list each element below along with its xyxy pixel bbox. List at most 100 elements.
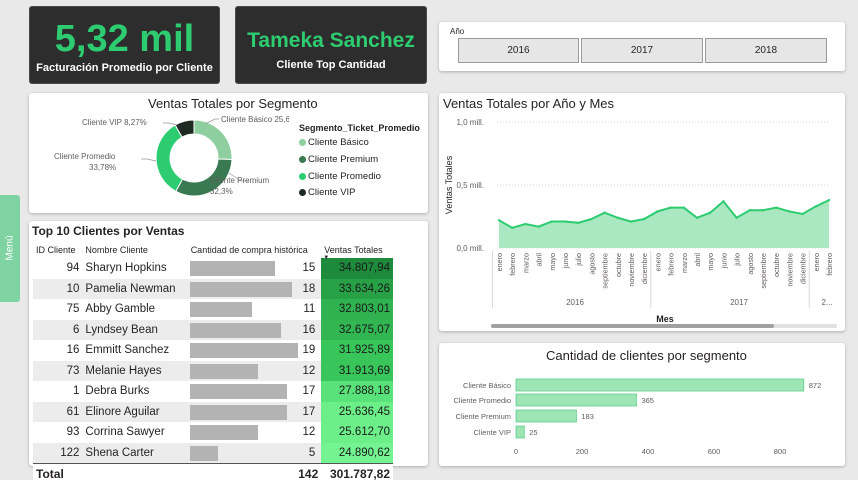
data-point[interactable] — [590, 217, 593, 221]
year-label-2016: 2016 — [566, 298, 584, 307]
data-point[interactable] — [748, 209, 751, 212]
x-tick-month: junio — [561, 253, 570, 269]
data-point[interactable] — [656, 210, 659, 213]
cell-name: Pamelia Newman — [82, 278, 188, 299]
col-header-qty[interactable]: Cantidad de compra histórica — [188, 241, 322, 258]
data-point[interactable] — [814, 205, 817, 208]
cell-name: Emmitt Sanchez — [85, 344, 170, 357]
bar[interactable] — [515, 409, 577, 423]
table-row[interactable]: 75 Abby Gamble 11 32.803,01 — [33, 299, 393, 320]
table-row[interactable]: 10 Pamelia Newman 18 33.634,26 — [33, 278, 393, 299]
legend-item-promedio[interactable]: Cliente Promedio — [299, 171, 381, 182]
cell-qty: 12 — [188, 422, 322, 443]
legend-item-vip[interactable]: Cliente VIP — [299, 187, 356, 198]
x-tick-month: septiembre — [601, 253, 610, 289]
x-tick-month: febrero — [508, 253, 517, 276]
col-header-sales[interactable]: Ventas Totales ▼ — [321, 241, 393, 262]
top10-panel: Top 10 Clientes por Ventas ID Cliente No… — [29, 221, 428, 480]
donut-label-vip: Cliente VIP 8,27% — [82, 118, 147, 127]
legend-item-premium[interactable]: Cliente Premium — [299, 154, 378, 165]
x-tick-month: octubre — [614, 253, 623, 277]
table-row[interactable]: 61 Elinore Aguilar 17 25.636,45 — [33, 401, 393, 422]
data-point[interactable] — [550, 220, 553, 223]
top10-total-row: Total 142 301.787,82 — [33, 462, 393, 480]
x-tick-month: enero — [812, 253, 821, 271]
sort-desc-icon: ▼ — [323, 255, 330, 261]
data-point[interactable] — [682, 206, 685, 209]
clients-by-segment-panel: Cantidad de clientes por segmento Client… — [439, 343, 845, 466]
year-button-2016[interactable]: 2016 — [458, 38, 579, 63]
data-point[interactable] — [511, 226, 514, 230]
x-tick-month: marzo — [521, 253, 530, 273]
data-point[interactable] — [669, 206, 672, 209]
data-point[interactable] — [735, 216, 738, 219]
data-point[interactable] — [775, 206, 778, 209]
cell-sales: 25.612,70 — [321, 422, 393, 443]
cell-name: Debra Burks — [85, 385, 150, 398]
table-row[interactable]: 93 Corrina Sawyer 12 25.612,70 — [33, 422, 393, 443]
data-point[interactable] — [761, 209, 765, 212]
legend-dot-premium — [299, 155, 306, 163]
area-fill — [499, 200, 829, 248]
donut-slice-2[interactable] — [155, 124, 184, 193]
x-tick-month: noviembre — [785, 253, 794, 287]
y-axis-label: Ventas Totales — [444, 155, 454, 214]
cell-sales: 24.890,62 — [321, 442, 393, 463]
x-tick-month: diciembre — [799, 253, 808, 284]
cell-id: 122 — [33, 442, 83, 463]
data-point[interactable] — [709, 211, 712, 214]
cell-sales: 27.888,18 — [321, 381, 393, 402]
x-tick-month: julio — [733, 253, 742, 267]
data-point[interactable] — [524, 222, 527, 226]
leader-line — [141, 158, 157, 162]
cell-sales: 25.636,45 — [321, 401, 393, 422]
table-row[interactable]: 94 Sharyn Hopkins 15 34.807,94 — [33, 258, 393, 279]
data-point[interactable] — [616, 216, 619, 219]
donut-slice-0[interactable] — [193, 119, 233, 161]
kpi-top-client-value: Tameka Sanchez — [247, 29, 415, 52]
data-point[interactable] — [603, 211, 606, 214]
kpi-avg-billing-label: Facturación Promedio por Cliente — [36, 62, 213, 74]
table-row[interactable]: 16 Emmitt Sanchez 19 31.925,89 — [33, 340, 393, 361]
bar-category-label: Cliente Promedio — [453, 396, 511, 405]
table-row[interactable]: 1 Debra Burks 17 27.888,18 — [33, 381, 393, 402]
bar[interactable] — [515, 378, 805, 392]
data-point[interactable] — [577, 221, 580, 224]
menu-tab[interactable]: Menú — [0, 195, 20, 302]
data-point[interactable] — [497, 219, 501, 222]
table-row[interactable]: 73 Melanie Hayes 12 31.913,69 — [33, 360, 393, 381]
data-point[interactable] — [788, 210, 791, 213]
table-row[interactable]: 6 Lyndsey Bean 16 32.675,07 — [33, 319, 393, 340]
cell-sales: 33.634,26 — [321, 278, 393, 299]
cell-sales: 32.675,07 — [321, 319, 393, 340]
cell-qty: 19 — [188, 340, 322, 361]
data-point[interactable] — [629, 220, 633, 223]
x-tick-month: febrero — [825, 253, 834, 276]
data-point[interactable] — [827, 198, 831, 202]
data-point[interactable] — [537, 225, 540, 228]
x-tick-month: julio — [574, 253, 583, 267]
year-slicer: Año 2016 2017 2018 — [439, 22, 845, 71]
year-button-2017[interactable]: 2017 — [581, 38, 703, 63]
donut-label-promedio-a: Cliente Promedio — [54, 152, 116, 161]
data-point[interactable] — [563, 220, 567, 223]
cell-name: Shena Carter — [82, 442, 188, 463]
col-header-id[interactable]: ID Cliente — [33, 241, 82, 258]
col-header-name[interactable]: Nombre Cliente — [82, 241, 187, 258]
x-tick-label: 0 — [514, 447, 518, 456]
top10-table: ID Cliente Nombre Cliente Cantidad de co… — [33, 241, 393, 480]
year-button-2018[interactable]: 2018 — [705, 38, 827, 63]
data-point[interactable] — [801, 212, 804, 216]
data-point[interactable] — [695, 216, 699, 219]
cell-id: 6 — [33, 319, 83, 340]
cell-id: 93 — [66, 426, 80, 439]
scrollbar-thumb[interactable] — [491, 324, 774, 328]
data-point[interactable] — [643, 217, 646, 221]
bar[interactable] — [515, 393, 637, 407]
legend-item-basico[interactable]: Cliente Básico — [299, 137, 369, 148]
cell-name: Lyndsey Bean — [82, 319, 188, 340]
data-point[interactable] — [722, 200, 725, 203]
table-row[interactable]: 122 Shena Carter 5 24.890,62 — [33, 442, 393, 463]
bar[interactable] — [515, 425, 525, 439]
cell-qty: 16 — [187, 319, 322, 340]
